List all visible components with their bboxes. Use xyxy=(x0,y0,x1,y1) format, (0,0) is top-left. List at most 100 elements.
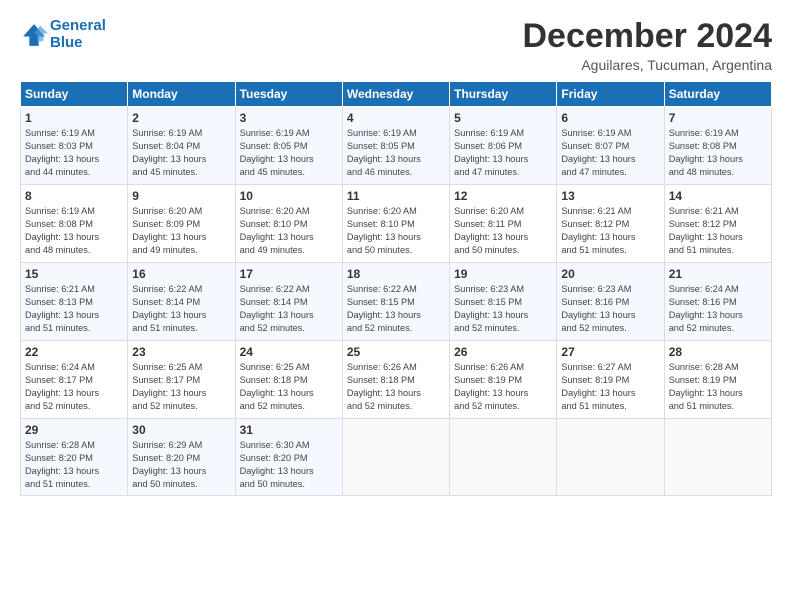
day-info-line: Daylight: 13 hours xyxy=(132,310,206,320)
day-number: 14 xyxy=(669,189,767,203)
calendar-table: Sunday Monday Tuesday Wednesday Thursday… xyxy=(20,81,772,496)
table-row: 2Sunrise: 6:19 AMSunset: 8:04 PMDaylight… xyxy=(128,107,235,185)
day-info: Sunrise: 6:19 AMSunset: 8:05 PMDaylight:… xyxy=(240,127,338,179)
day-info-line: and 52 minutes. xyxy=(561,323,626,333)
day-info-line: Sunrise: 6:19 AM xyxy=(132,128,202,138)
day-info-line: Daylight: 13 hours xyxy=(25,388,99,398)
col-thursday: Thursday xyxy=(450,82,557,107)
day-info-line: Sunset: 8:10 PM xyxy=(347,219,415,229)
title-block: December 2024 Aguilares, Tucuman, Argent… xyxy=(522,18,772,73)
day-info-line: Sunset: 8:12 PM xyxy=(561,219,629,229)
day-info-line: Sunset: 8:19 PM xyxy=(561,375,629,385)
day-info: Sunrise: 6:19 AMSunset: 8:04 PMDaylight:… xyxy=(132,127,230,179)
day-info-line: Sunset: 8:11 PM xyxy=(454,219,521,229)
day-info: Sunrise: 6:28 AMSunset: 8:20 PMDaylight:… xyxy=(25,439,123,491)
day-info-line: Daylight: 13 hours xyxy=(454,154,528,164)
day-info: Sunrise: 6:22 AMSunset: 8:14 PMDaylight:… xyxy=(240,283,338,335)
day-info-line: Daylight: 13 hours xyxy=(132,388,206,398)
table-row: 4Sunrise: 6:19 AMSunset: 8:05 PMDaylight… xyxy=(342,107,449,185)
day-info-line: and 49 minutes. xyxy=(240,245,305,255)
day-info: Sunrise: 6:26 AMSunset: 8:18 PMDaylight:… xyxy=(347,361,445,413)
day-info-line: Sunset: 8:16 PM xyxy=(669,297,737,307)
day-info-line: and 51 minutes. xyxy=(132,323,197,333)
day-info-line: Sunset: 8:14 PM xyxy=(132,297,200,307)
day-info-line: Sunrise: 6:19 AM xyxy=(25,206,95,216)
day-info-line: and 52 minutes. xyxy=(132,401,197,411)
table-row: 12Sunrise: 6:20 AMSunset: 8:11 PMDayligh… xyxy=(450,185,557,263)
day-info: Sunrise: 6:22 AMSunset: 8:15 PMDaylight:… xyxy=(347,283,445,335)
day-number: 28 xyxy=(669,345,767,359)
day-number: 1 xyxy=(25,111,123,125)
day-info: Sunrise: 6:22 AMSunset: 8:14 PMDaylight:… xyxy=(132,283,230,335)
day-info: Sunrise: 6:21 AMSunset: 8:13 PMDaylight:… xyxy=(25,283,123,335)
day-info: Sunrise: 6:19 AMSunset: 8:06 PMDaylight:… xyxy=(454,127,552,179)
day-info-line: Daylight: 13 hours xyxy=(347,388,421,398)
day-info-line: Sunset: 8:04 PM xyxy=(132,141,200,151)
day-info-line: and 52 minutes. xyxy=(347,323,412,333)
day-number: 23 xyxy=(132,345,230,359)
day-info: Sunrise: 6:28 AMSunset: 8:19 PMDaylight:… xyxy=(669,361,767,413)
day-info-line: Daylight: 13 hours xyxy=(454,232,528,242)
day-number: 16 xyxy=(132,267,230,281)
table-row: 13Sunrise: 6:21 AMSunset: 8:12 PMDayligh… xyxy=(557,185,664,263)
table-row: 24Sunrise: 6:25 AMSunset: 8:18 PMDayligh… xyxy=(235,341,342,419)
day-number: 31 xyxy=(240,423,338,437)
day-info-line: Sunset: 8:17 PM xyxy=(132,375,200,385)
day-number: 13 xyxy=(561,189,659,203)
logo-general: General xyxy=(50,17,106,34)
table-row: 30Sunrise: 6:29 AMSunset: 8:20 PMDayligh… xyxy=(128,419,235,496)
day-info-line: Sunrise: 6:28 AM xyxy=(25,440,95,450)
day-number: 7 xyxy=(669,111,767,125)
day-info-line: and 48 minutes. xyxy=(25,245,90,255)
header: General Blue December 2024 Aguilares, Tu… xyxy=(20,18,772,73)
day-info-line: and 45 minutes. xyxy=(132,167,197,177)
day-info-line: Sunset: 8:09 PM xyxy=(132,219,200,229)
day-info-line: Daylight: 13 hours xyxy=(240,388,314,398)
day-info-line: Sunrise: 6:20 AM xyxy=(240,206,310,216)
day-info-line: Sunset: 8:05 PM xyxy=(347,141,415,151)
day-info-line: Sunrise: 6:23 AM xyxy=(454,284,524,294)
day-info: Sunrise: 6:20 AMSunset: 8:09 PMDaylight:… xyxy=(132,205,230,257)
day-info-line: and 51 minutes. xyxy=(25,323,90,333)
table-row: 28 Sunrise: 6:28 AMSunset: 8:19 PMDayligh… xyxy=(664,341,771,419)
day-info: Sunrise: 6:30 AMSunset: 8:20 PMDaylight:… xyxy=(240,439,338,491)
day-info-line: Sunset: 8:12 PM xyxy=(669,219,737,229)
day-info-line: Daylight: 13 hours xyxy=(132,466,206,476)
table-row: 1Sunrise: 6:19 AMSunset: 8:03 PMDaylight… xyxy=(21,107,128,185)
day-info-line: Sunrise: 6:24 AM xyxy=(25,362,95,372)
day-info-line: and 48 minutes. xyxy=(669,167,734,177)
page: General Blue December 2024 Aguilares, Tu… xyxy=(0,0,792,612)
day-info-line: Sunset: 8:14 PM xyxy=(240,297,308,307)
day-info-line: Sunrise: 6:19 AM xyxy=(240,128,310,138)
day-info: Sunrise: 6:19 AMSunset: 8:05 PMDaylight:… xyxy=(347,127,445,179)
day-info-line: Sunrise: 6:25 AM xyxy=(240,362,310,372)
col-saturday: Saturday xyxy=(664,82,771,107)
day-info-line: Daylight: 13 hours xyxy=(561,232,635,242)
table-row: 26Sunrise: 6:26 AMSunset: 8:19 PMDayligh… xyxy=(450,341,557,419)
day-info-line: Sunset: 8:20 PM xyxy=(25,453,93,463)
day-info-line: and 51 minutes. xyxy=(561,245,626,255)
table-row: 25 Sunrise: 6:26 AMSunset: 8:18 PMDayligh… xyxy=(342,341,449,419)
day-info-line: and 52 minutes. xyxy=(25,401,90,411)
day-info-line: Sunrise: 6:26 AM xyxy=(347,362,417,372)
day-info-line: Daylight: 13 hours xyxy=(25,310,99,320)
day-info-line: Sunrise: 6:21 AM xyxy=(669,206,739,216)
table-row: 23Sunrise: 6:25 AMSunset: 8:17 PMDayligh… xyxy=(128,341,235,419)
day-info: Sunrise: 6:20 AMSunset: 8:11 PMDaylight:… xyxy=(454,205,552,257)
day-number: 25 xyxy=(347,345,445,359)
col-monday: Monday xyxy=(128,82,235,107)
subtitle: Aguilares, Tucuman, Argentina xyxy=(522,57,772,73)
day-info: Sunrise: 6:23 AMSunset: 8:16 PMDaylight:… xyxy=(561,283,659,335)
day-number: 17 xyxy=(240,267,338,281)
day-number: 6 xyxy=(561,111,659,125)
day-info-line: Daylight: 13 hours xyxy=(669,154,743,164)
table-row: 29Sunrise: 6:28 AMSunset: 8:20 PMDayligh… xyxy=(21,419,128,496)
table-row: 9Sunrise: 6:20 AMSunset: 8:09 PMDaylight… xyxy=(128,185,235,263)
day-info-line: Sunset: 8:08 PM xyxy=(669,141,737,151)
table-row: 3Sunrise: 6:19 AMSunset: 8:05 PMDaylight… xyxy=(235,107,342,185)
table-row: 11Sunrise: 6:20 AMSunset: 8:10 PMDayligh… xyxy=(342,185,449,263)
day-number: 21 xyxy=(669,267,767,281)
day-info-line: Daylight: 13 hours xyxy=(240,154,314,164)
day-info-line: Daylight: 13 hours xyxy=(669,388,743,398)
col-wednesday: Wednesday xyxy=(342,82,449,107)
